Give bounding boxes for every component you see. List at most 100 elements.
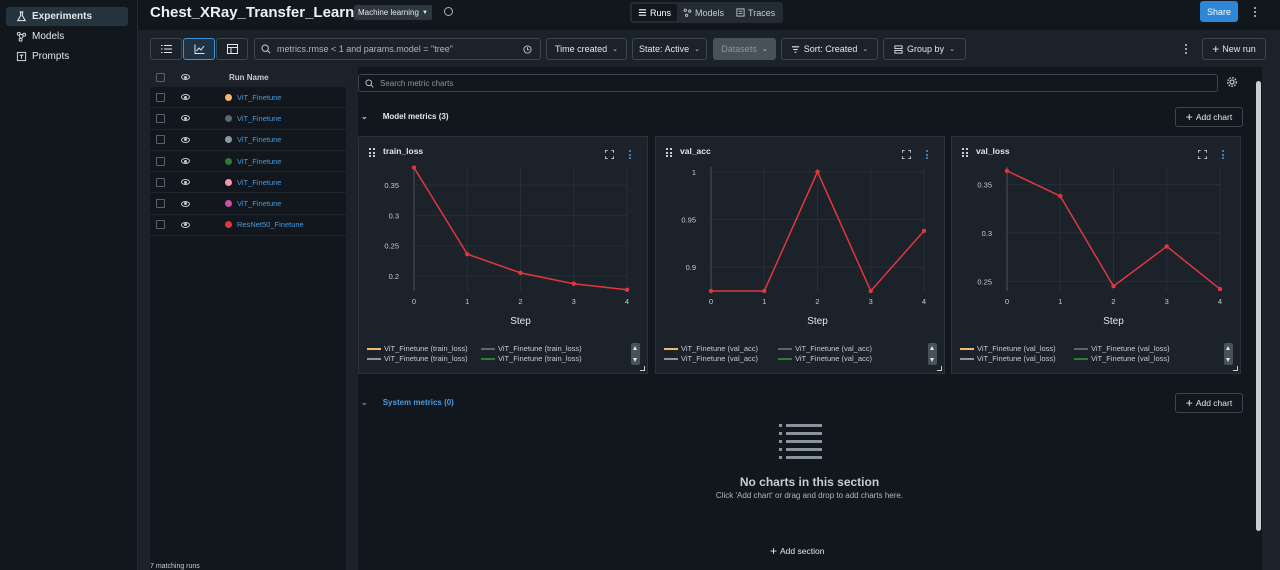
- legend-item[interactable]: ViT_Finetune (train_loss): [481, 354, 595, 363]
- run-name-link[interactable]: ViT_Finetune: [237, 178, 281, 187]
- data-point[interactable]: [518, 270, 523, 276]
- run-name-column-header[interactable]: Run Name: [229, 73, 269, 82]
- resize-handle-icon[interactable]: [1233, 366, 1238, 371]
- chart-card-val_acc[interactable]: val_acc 0 1 2 3 4 1 0.95 0.9 Step ViT_Finetune (va…: [655, 136, 945, 374]
- runs-search-input[interactable]: metrics.rmse < 1 and params.model = "tre…: [254, 38, 541, 60]
- chart-view-toggle[interactable]: [183, 38, 215, 60]
- legend-item[interactable]: ViT_Finetune (val_loss): [960, 354, 1074, 363]
- tab-runs[interactable]: Runs: [632, 4, 678, 21]
- eye-icon[interactable]: [181, 115, 190, 122]
- scrollbar-thumb[interactable]: [1256, 81, 1261, 531]
- add-section-button[interactable]: + Add section: [770, 544, 824, 558]
- legend-item[interactable]: ViT_Finetune (val_acc): [778, 344, 892, 353]
- run-checkbox[interactable]: [156, 92, 165, 102]
- run-checkbox[interactable]: [156, 156, 165, 166]
- run-checkbox[interactable]: [156, 220, 165, 230]
- charts-scrollbar[interactable]: [1254, 67, 1262, 570]
- run-name-link[interactable]: ViT_Finetune: [237, 93, 281, 102]
- gear-icon[interactable]: [1226, 76, 1238, 88]
- datasets-dropdown[interactable]: Datasets ⌄: [713, 38, 776, 60]
- data-point[interactable]: [465, 251, 470, 257]
- run-checkbox[interactable]: [156, 135, 165, 145]
- legend-item[interactable]: ViT_Finetune (train_loss): [367, 354, 481, 363]
- visibility-all-icon[interactable]: [181, 74, 190, 80]
- fullscreen-icon[interactable]: [1198, 150, 1207, 159]
- table-row[interactable]: ViT_Finetune: [150, 87, 346, 109]
- share-button[interactable]: Share: [1200, 1, 1238, 22]
- info-icon[interactable]: [444, 7, 453, 16]
- data-point[interactable]: [1217, 286, 1223, 292]
- legend-item[interactable]: ViT_Finetune (train_loss): [367, 344, 481, 353]
- eye-icon[interactable]: [181, 158, 190, 165]
- data-point[interactable]: [1164, 244, 1169, 249]
- run-name-link[interactable]: ViT_Finetune: [237, 135, 281, 144]
- legend-item[interactable]: ViT_Finetune (val_loss): [960, 344, 1074, 353]
- legend-item[interactable]: ViT_Finetune (val_acc): [778, 354, 892, 363]
- metric-chart-search-input[interactable]: Search metric charts: [358, 74, 1218, 92]
- legend-scroll-arrows[interactable]: [1224, 343, 1233, 365]
- table-row[interactable]: ViT_Finetune: [150, 130, 346, 151]
- group-by-dropdown[interactable]: Group by ⌄: [883, 38, 966, 60]
- table-view-toggle[interactable]: [150, 38, 182, 60]
- tab-models[interactable]: Models: [677, 4, 730, 21]
- sort-dropdown[interactable]: Sort: Created ⌄: [781, 38, 878, 60]
- legend-item[interactable]: ViT_Finetune (val_loss): [1074, 354, 1188, 363]
- eye-icon[interactable]: [181, 179, 190, 186]
- legend-item[interactable]: ViT_Finetune (val_acc): [664, 344, 778, 353]
- model-metrics-section-toggle[interactable]: ⌄ Model metrics (3): [361, 112, 449, 121]
- chart-card-val_loss[interactable]: val_loss 0 1 2 3 4 0.35 0.3 0.25 Step ViT_Finetune…: [951, 136, 1241, 374]
- legend-scroll-arrows[interactable]: [928, 343, 937, 365]
- resize-handle-icon[interactable]: [640, 366, 645, 371]
- legend-item[interactable]: ViT_Finetune (val_acc): [664, 354, 778, 363]
- system-metrics-section-toggle[interactable]: ⌄ System metrics (0): [361, 398, 454, 407]
- new-run-button[interactable]: + New run: [1202, 38, 1266, 60]
- run-name-link[interactable]: ViT_Finetune: [237, 114, 281, 123]
- fullscreen-icon[interactable]: [605, 150, 614, 159]
- chart-menu-icon[interactable]: [1220, 149, 1226, 160]
- data-point[interactable]: [624, 287, 630, 292]
- drag-handle-icon[interactable]: [962, 148, 968, 157]
- tab-traces[interactable]: Traces: [730, 4, 781, 21]
- nav-prompts[interactable]: Prompts: [6, 47, 128, 66]
- data-point[interactable]: [571, 281, 576, 286]
- run-name-link[interactable]: ViT_Finetune: [237, 157, 281, 166]
- nav-models[interactable]: Models: [6, 27, 128, 46]
- legend-item[interactable]: ViT_Finetune (val_loss): [1074, 344, 1188, 353]
- legend-item[interactable]: ViT_Finetune (train_loss): [481, 344, 595, 353]
- run-name-link[interactable]: ResNet50_Finetune: [237, 220, 304, 229]
- fullscreen-icon[interactable]: [902, 150, 911, 159]
- run-checkbox[interactable]: [156, 177, 165, 187]
- data-point[interactable]: [708, 288, 714, 294]
- table-row[interactable]: ViT_Finetune: [150, 151, 346, 173]
- table-row[interactable]: ViT_Finetune: [150, 108, 346, 130]
- more-options-icon[interactable]: [1250, 5, 1260, 19]
- table-row[interactable]: ResNet50_Finetune: [150, 215, 346, 237]
- data-point[interactable]: [1058, 193, 1063, 199]
- data-point[interactable]: [1111, 283, 1116, 289]
- drag-handle-icon[interactable]: [369, 148, 375, 157]
- table-row[interactable]: ViT_Finetune: [150, 172, 346, 194]
- data-point[interactable]: [868, 288, 873, 294]
- chart-card-train_loss[interactable]: train_loss 0 1 2 3 4 0.35 0.3 0.25 0.2 Step ViT_Fin…: [358, 136, 648, 374]
- table-row[interactable]: ViT_Finetune: [150, 193, 346, 215]
- eye-icon[interactable]: [181, 200, 190, 207]
- toolbar-more-icon[interactable]: [1181, 42, 1191, 56]
- nav-experiments[interactable]: Experiments: [6, 7, 128, 26]
- add-chart-button-model[interactable]: + Add chart: [1175, 107, 1243, 127]
- eye-icon[interactable]: [181, 221, 190, 228]
- data-point[interactable]: [762, 288, 767, 294]
- legend-scroll-arrows[interactable]: [631, 343, 640, 365]
- select-all-checkbox[interactable]: [156, 72, 165, 82]
- data-point[interactable]: [815, 169, 820, 174]
- run-checkbox[interactable]: [156, 113, 165, 123]
- add-chart-button-system[interactable]: + Add chart: [1175, 393, 1243, 413]
- data-point[interactable]: [921, 228, 927, 234]
- eye-icon[interactable]: [181, 94, 190, 101]
- run-checkbox[interactable]: [156, 199, 165, 209]
- resize-handle-icon[interactable]: [937, 366, 942, 371]
- time-created-dropdown[interactable]: Time created ⌄: [546, 38, 627, 60]
- run-name-link[interactable]: ViT_Finetune: [237, 199, 281, 208]
- chart-menu-icon[interactable]: [627, 149, 633, 160]
- clock-icon[interactable]: [523, 45, 532, 54]
- data-point[interactable]: [411, 165, 417, 170]
